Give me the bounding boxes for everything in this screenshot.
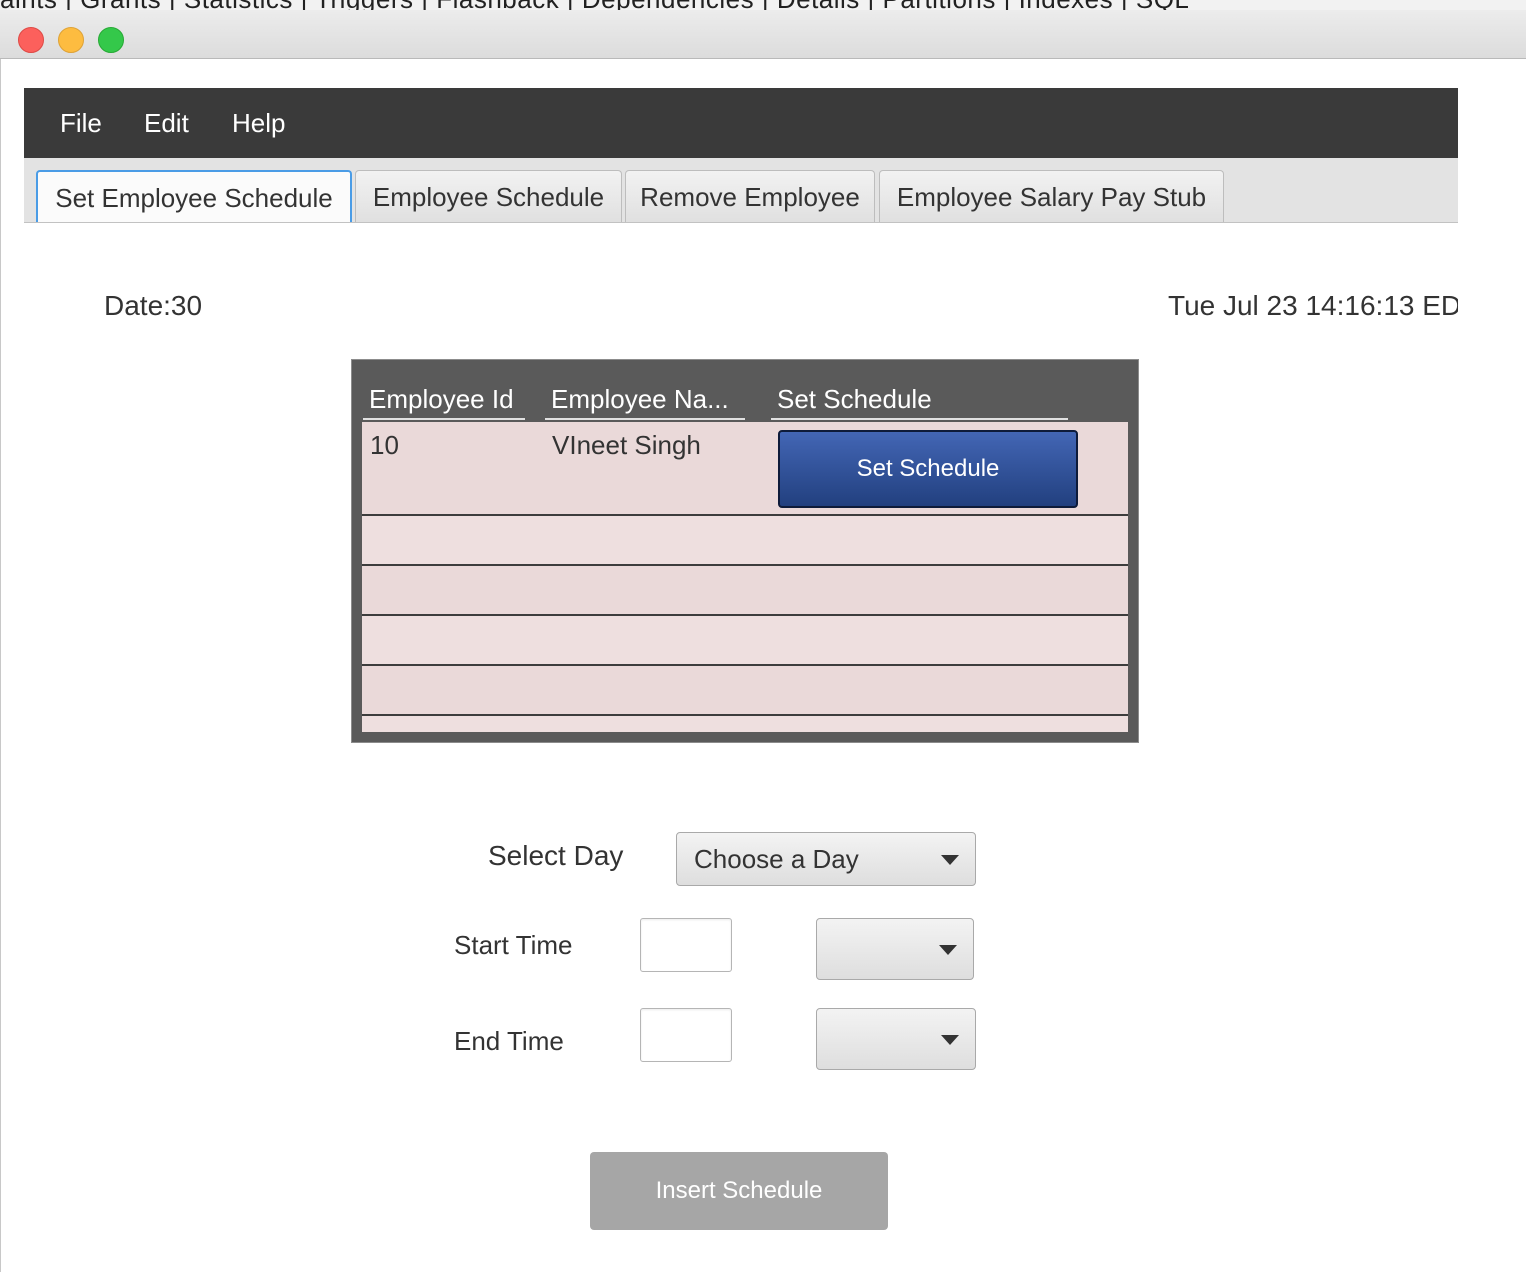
insert-schedule-button[interactable]: Insert Schedule (590, 1152, 888, 1230)
menu-bar: File Edit Help (24, 88, 1458, 158)
tab-bar: Set Employee Schedule Employee Schedule … (24, 158, 1458, 223)
employee-table: Employee Id Employee Na... Set Schedule … (351, 359, 1139, 743)
table-body: 10 VIneet Singh Set Schedule (362, 422, 1128, 732)
chevron-down-icon (941, 855, 959, 865)
set-schedule-button[interactable]: Set Schedule (778, 430, 1078, 508)
column-header-employee-id[interactable]: Employee Id (363, 380, 525, 420)
day-combo-value: Choose a Day (694, 844, 859, 874)
column-header-set-schedule[interactable]: Set Schedule (771, 380, 1068, 420)
zoom-window-icon[interactable] (98, 27, 124, 53)
table-row-empty (362, 516, 1128, 566)
select-day-label: Select Day (488, 840, 624, 871)
table-row-empty (362, 566, 1128, 616)
menu-file[interactable]: File (60, 102, 102, 144)
minimize-window-icon[interactable] (58, 27, 84, 53)
table-row-empty (362, 716, 1128, 732)
chevron-down-icon (939, 945, 957, 955)
day-combo[interactable]: Choose a Day (676, 832, 976, 886)
table-row-empty (362, 666, 1128, 716)
table-row[interactable]: 10 VIneet Singh Set Schedule (362, 422, 1128, 516)
column-header-employee-name[interactable]: Employee Na... (545, 380, 745, 420)
end-time-label: End Time (454, 1026, 564, 1056)
start-period-combo[interactable] (816, 918, 974, 980)
window-titlebar (0, 10, 1526, 59)
end-period-combo[interactable] (816, 1008, 976, 1070)
employee-name-cell: VIneet Singh (552, 430, 701, 460)
date-label: Date:30 (104, 290, 203, 321)
tab-remove-employee[interactable]: Remove Employee (625, 170, 875, 222)
employee-id-cell: 10 (370, 430, 399, 460)
window-left-edge (0, 59, 1, 1272)
end-time-input[interactable] (640, 1008, 732, 1062)
chevron-down-icon (941, 1035, 959, 1045)
clock-text: Tue Jul 23 14:16:13 EDT (1168, 290, 1458, 321)
menu-help[interactable]: Help (232, 102, 285, 144)
tab-employee-schedule[interactable]: Employee Schedule (355, 170, 622, 222)
table-row-empty (362, 616, 1128, 666)
start-time-input[interactable] (640, 918, 732, 972)
start-time-label: Start Time (454, 930, 573, 960)
tab-set-employee-schedule[interactable]: Set Employee Schedule (36, 170, 352, 222)
menu-edit[interactable]: Edit (144, 102, 189, 144)
tab-employee-salary-pay-stub[interactable]: Employee Salary Pay Stub (879, 170, 1224, 222)
close-window-icon[interactable] (18, 27, 44, 53)
